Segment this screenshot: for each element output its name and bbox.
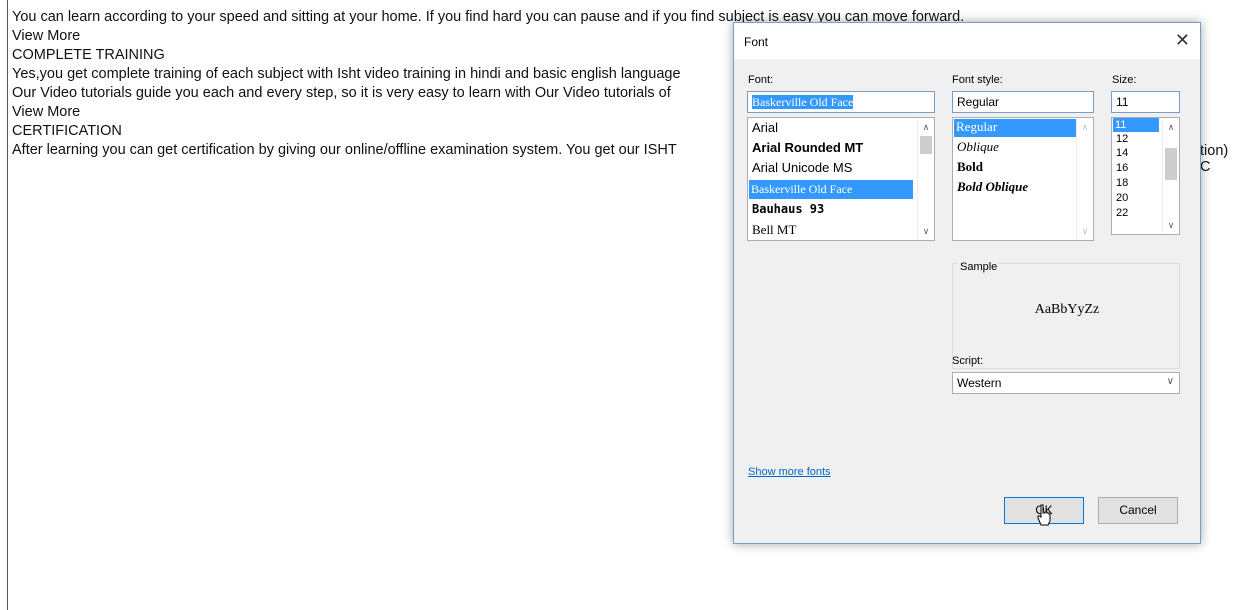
font-name-value: Baskerville Old Face — [752, 95, 854, 109]
chevron-down-icon: ∨ — [1166, 376, 1174, 387]
font-label: Font: — [748, 74, 774, 86]
size-list[interactable]: 11 12 14 16 18 20 22 ∧ ∨ — [1111, 117, 1180, 235]
close-icon[interactable]: ✕ — [1175, 30, 1190, 51]
cancel-button[interactable]: Cancel — [1098, 497, 1178, 524]
list-item[interactable]: 22 — [1114, 207, 1130, 219]
list-item[interactable]: 14 — [1114, 147, 1130, 159]
scroll-down-icon[interactable]: ∨ — [918, 224, 934, 238]
scroll-up-icon[interactable]: ∧ — [918, 120, 934, 134]
hand-cursor-icon — [1037, 504, 1051, 526]
size-list-scrollbar[interactable]: ∧ ∨ — [1162, 118, 1179, 234]
page-left-border — [7, 0, 8, 610]
list-item[interactable]: 11 — [1113, 118, 1159, 132]
scroll-up-icon[interactable]: ∧ — [1077, 120, 1093, 134]
scroll-down-icon[interactable]: ∨ — [1077, 224, 1093, 238]
doc-clipped-text: tion) C — [1200, 143, 1229, 175]
list-item[interactable]: Arial Rounded MT — [750, 140, 865, 155]
list-item[interactable]: Arial Unicode MS — [750, 160, 854, 175]
list-item[interactable]: 12 — [1114, 133, 1130, 145]
dialog-titlebar[interactable]: Font ✕ — [734, 23, 1200, 59]
show-more-fonts-link[interactable]: Show more fonts — [748, 466, 831, 478]
list-item[interactable]: Bold Oblique — [955, 179, 1030, 195]
list-item[interactable]: Bell MT — [750, 222, 798, 238]
dialog-title: Font — [744, 35, 769, 49]
sample-text: AaBbYyZz — [1034, 302, 1100, 317]
list-item[interactable]: Bauhaus 93 — [750, 202, 826, 216]
font-list[interactable]: Arial Arial Rounded MT Arial Unicode MS … — [747, 117, 935, 241]
list-item[interactable]: Arial — [750, 120, 780, 135]
sample-label: Sample — [958, 261, 1000, 273]
size-label: Size: — [1112, 74, 1137, 86]
list-item[interactable]: 20 — [1114, 192, 1130, 204]
size-input[interactable]: 11 — [1111, 91, 1180, 113]
scroll-thumb[interactable] — [920, 136, 932, 154]
font-style-scrollbar[interactable]: ∧ ∨ — [1076, 118, 1093, 240]
list-item[interactable]: Baskerville Old Face — [749, 180, 913, 199]
font-list-scrollbar[interactable]: ∧ ∨ — [917, 118, 934, 240]
font-name-input[interactable]: Baskerville Old Face — [747, 91, 935, 113]
list-item[interactable]: Oblique — [955, 139, 1001, 155]
font-style-list[interactable]: Regular Oblique Bold Bold Oblique ∧ ∨ — [952, 117, 1094, 241]
script-label: Script: — [952, 355, 984, 367]
scroll-thumb[interactable] — [1165, 148, 1177, 180]
script-value: Western — [957, 376, 1002, 390]
scroll-down-icon[interactable]: ∨ — [1163, 218, 1179, 232]
script-select[interactable]: Western ∨ — [952, 372, 1180, 394]
scroll-up-icon[interactable]: ∧ — [1163, 120, 1179, 134]
sample-box: AaBbYyZz — [952, 263, 1180, 369]
list-item[interactable]: Regular — [954, 119, 1076, 137]
font-style-input[interactable]: Regular — [952, 91, 1094, 113]
font-dialog: Font ✕ Font: Baskerville Old Face Arial … — [733, 22, 1201, 544]
font-style-label: Font style: — [952, 74, 1003, 86]
list-item[interactable]: Bold — [955, 159, 985, 175]
list-item[interactable]: 18 — [1114, 177, 1130, 189]
list-item[interactable]: 16 — [1114, 162, 1130, 174]
